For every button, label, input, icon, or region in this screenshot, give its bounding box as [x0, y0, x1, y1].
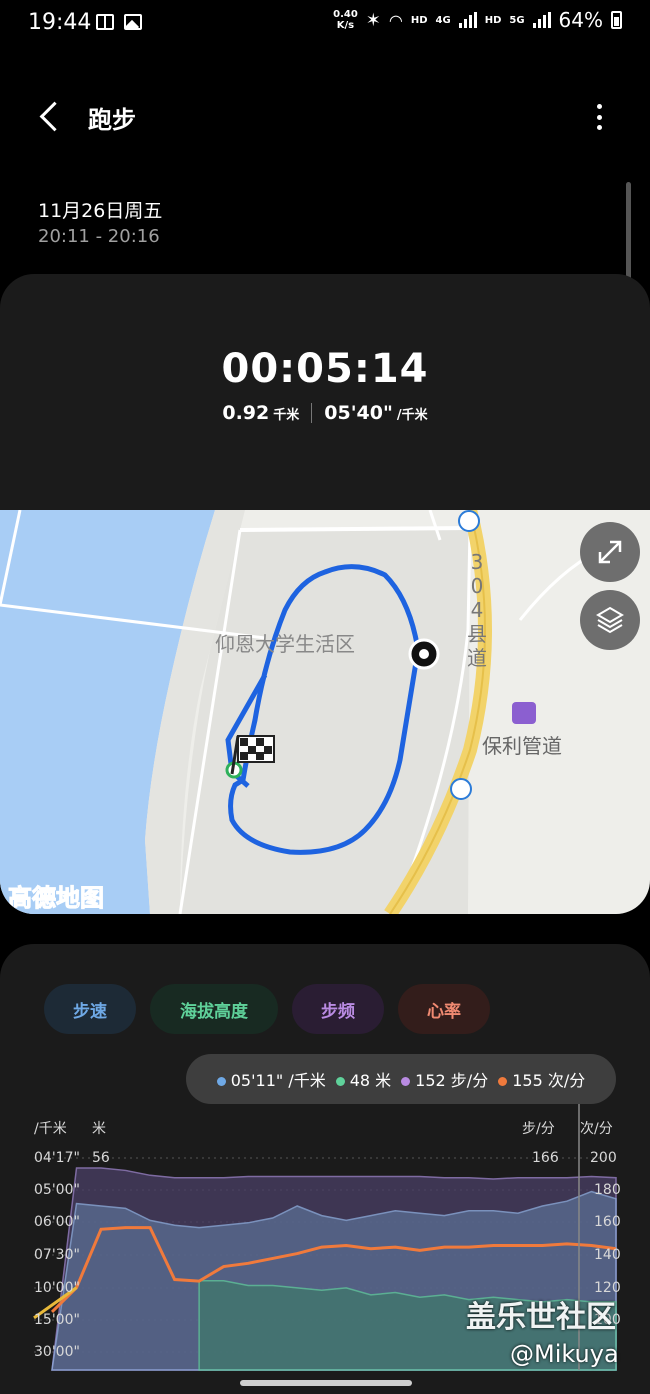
network-speed-value: 0.40: [333, 9, 358, 20]
pace-tick: 30'00": [34, 1344, 80, 1360]
home-indicator[interactable]: [240, 1380, 412, 1386]
hd-badge-2: HD: [484, 14, 502, 26]
cadence-tick: 166: [532, 1150, 559, 1166]
expand-map-button[interactable]: [580, 522, 640, 582]
network-speed: 0.40 K/s: [333, 9, 358, 31]
bus-stop-icon[interactable]: [458, 510, 480, 532]
pace-tick: 15'00": [34, 1312, 80, 1328]
map-canvas: [0, 510, 601, 914]
hd-badge-1: HD: [410, 14, 428, 26]
route-map[interactable]: 仰恩大学生活区 3 0 4 县 道 保利管道 高德地图: [0, 510, 650, 914]
more-dot-icon: [596, 125, 602, 130]
distance-unit: 千米: [273, 408, 300, 423]
signal-icon-1: [458, 12, 477, 28]
layers-icon: [596, 606, 624, 634]
pace-axis-unit: /千米: [34, 1121, 67, 1137]
altitude-axis-unit: 米: [92, 1121, 106, 1137]
hr-tick: 200: [590, 1150, 617, 1166]
road-label-char: 3: [470, 550, 484, 574]
more-dot-icon: [596, 104, 602, 109]
road-label-char: 道: [467, 646, 487, 670]
status-time: 19:44: [28, 10, 92, 35]
poi-label: 保利管道: [482, 734, 562, 758]
watermark: 盖乐世社区: [466, 1300, 616, 1335]
bluetooth-icon: ✶: [365, 9, 381, 31]
watermark-handle: @Mikuya: [510, 1340, 619, 1368]
pace-tick: 10'00": [34, 1280, 80, 1296]
hr-tick: 160: [594, 1214, 621, 1230]
avg-pace-unit: /千米: [396, 408, 428, 423]
map-provider-logo: 高德地图: [8, 884, 105, 913]
wifi-icon: ◠: [388, 10, 403, 30]
network-speed-unit: K/s: [336, 20, 355, 31]
road-label: 3 0 4 县 道: [466, 550, 488, 670]
bus-stop-icon[interactable]: [450, 778, 472, 800]
pace-tick: 05'00": [34, 1182, 80, 1198]
gallery-notification-icon: [124, 14, 142, 30]
road-label-char: 0: [470, 574, 484, 598]
workout-duration: 00:05:14: [221, 346, 429, 392]
page-title: 跑步: [88, 106, 136, 134]
session-time-range: 20:11 - 20:16: [38, 226, 160, 247]
back-button[interactable]: [36, 100, 66, 134]
signal-icon-2: [532, 12, 551, 28]
status-bar: 19:44 0.40 K/s ✶ ◠ HD 4G HD 5G 64%: [0, 0, 650, 48]
battery-percent: 64%: [558, 8, 603, 32]
hr-axis-unit: 次/分: [580, 1121, 613, 1137]
poi-icon[interactable]: [512, 702, 536, 724]
pace-tick: 04'17": [34, 1150, 80, 1166]
book-notification-icon: [96, 14, 114, 30]
network-type-1: 4G: [435, 14, 451, 26]
battery-icon: [611, 11, 622, 29]
pace-tick: 06'00": [34, 1214, 80, 1230]
more-dot-icon: [596, 114, 602, 120]
expand-icon: [598, 540, 622, 564]
network-type-2: 5G: [509, 14, 525, 26]
more-options-button[interactable]: [590, 100, 608, 134]
map-layers-button[interactable]: [580, 590, 640, 650]
campus-label: 仰恩大学生活区: [215, 632, 355, 656]
altitude-tick: 56: [92, 1150, 110, 1166]
hr-tick: 180: [594, 1182, 621, 1198]
avg-pace-value: 05'40": [324, 402, 393, 424]
road-label-char: 4: [470, 598, 484, 622]
session-date: 11月26日周五: [38, 200, 163, 222]
pace-tick: 07'30": [34, 1247, 80, 1263]
stats-divider: [311, 403, 313, 423]
distance-value: 0.92: [222, 402, 270, 424]
road-label-char: 县: [467, 622, 487, 646]
hr-tick: 140: [594, 1247, 621, 1263]
cadence-axis-unit: 步/分: [522, 1121, 555, 1137]
summary-stats: 0.92 千米 05'40" /千米: [0, 402, 650, 424]
